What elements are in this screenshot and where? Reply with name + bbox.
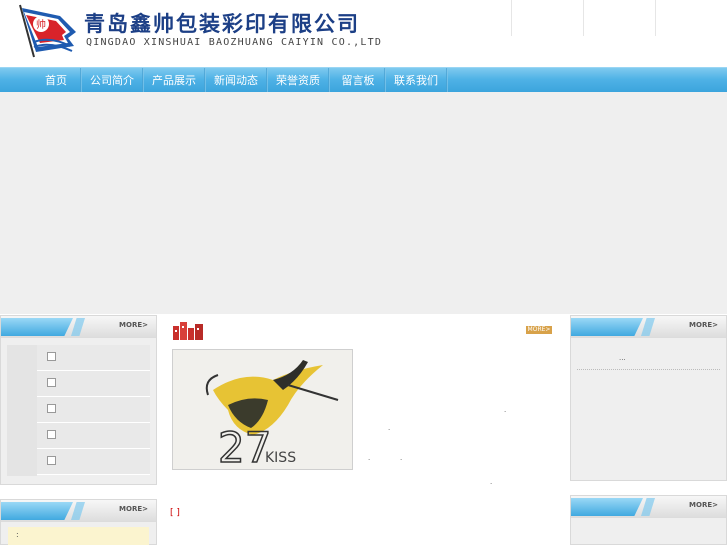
nav-item-news[interactable]: 新闻动态 (208, 68, 264, 93)
checkbox-icon (47, 352, 56, 361)
box-header-tab (1, 502, 73, 520)
header-divider (583, 0, 584, 36)
list-item[interactable] (37, 345, 150, 371)
contact-strip: : (8, 527, 149, 545)
nav-item-contact[interactable]: 联系我们 (388, 68, 444, 93)
box-header-accent (71, 318, 85, 336)
logo-char: 帅 (36, 18, 46, 31)
checkbox-icon (47, 378, 56, 387)
company-name-en: QINGDAO XINSHUAI BAOZHUANG CAIYIN CO.,LT… (86, 37, 383, 48)
contact-text: : (16, 530, 19, 539)
buildings-icon (173, 322, 203, 340)
list-item[interactable] (37, 449, 150, 475)
more-link[interactable]: MORE> (689, 501, 718, 509)
news-ellipsis: ... (619, 354, 626, 362)
box-header: MORE> (1, 316, 156, 338)
nav-divider (328, 68, 330, 93)
text-fragment: . (368, 454, 371, 462)
photo-word: KISS (265, 450, 296, 466)
text-fragment: . (504, 406, 507, 414)
more-link[interactable]: MORE> (689, 321, 718, 329)
photo-number: 27 (218, 423, 271, 470)
about-section: MORE> 27 KISS . . . . . [ ] (162, 316, 568, 545)
nav-divider (446, 68, 448, 93)
list-side-panel (7, 345, 37, 476)
text-fragment: . (490, 478, 493, 486)
more-link[interactable]: MORE> (119, 505, 148, 513)
box-header-accent (641, 318, 655, 336)
header-divider (511, 0, 512, 36)
text-fragment: . (388, 424, 391, 432)
box-header-tab (1, 318, 73, 336)
text-fragment: . (400, 454, 403, 462)
logo-flag-icon[interactable]: 帅 (14, 2, 80, 58)
more-link[interactable]: MORE> (119, 321, 148, 329)
nav-divider (384, 68, 386, 93)
banner-area (0, 92, 727, 314)
nav-divider (204, 68, 206, 93)
box-header: MORE> (571, 496, 726, 518)
nav-divider (80, 68, 82, 93)
right-news-box: MORE> ... (570, 315, 727, 481)
box-header: MORE> (571, 316, 726, 338)
nav-item-guestbook[interactable]: 留言板 (332, 68, 384, 93)
hummingbird-print-image: 27 KISS (173, 350, 352, 470)
left-list-box: MORE> (0, 315, 157, 485)
list-item[interactable] (37, 423, 150, 449)
more-button[interactable]: MORE> (526, 326, 552, 334)
site-header: 帅 青岛鑫帅包装彩印有限公司 QINGDAO XINSHUAI BAOZHUAN… (0, 0, 727, 67)
right-box-2: MORE> (570, 495, 727, 545)
nav-item-home[interactable]: 首页 (36, 68, 76, 93)
detail-link[interactable]: [ ] (170, 508, 180, 518)
box-header: MORE> (1, 500, 156, 522)
checkbox-icon (47, 456, 56, 465)
news-divider (577, 369, 720, 370)
box-header-accent (71, 502, 85, 520)
box-header-tab (571, 498, 643, 516)
box-header-tab (571, 318, 643, 336)
nav-item-about[interactable]: 公司简介 (84, 68, 140, 93)
product-photo[interactable]: 27 KISS (172, 349, 353, 470)
nav-item-honors[interactable]: 荣誉资质 (270, 68, 326, 93)
nav-divider (142, 68, 144, 93)
header-divider (655, 0, 656, 36)
main-nav: 首页 公司简介 产品展示 新闻动态 荣誉资质 留言板 联系我们 (0, 67, 727, 93)
list-item[interactable] (37, 397, 150, 423)
box-header-accent (641, 498, 655, 516)
checkbox-icon (47, 404, 56, 413)
company-name-cn: 青岛鑫帅包装彩印有限公司 (84, 12, 360, 36)
list-item[interactable] (37, 371, 150, 397)
nav-item-products[interactable]: 产品展示 (146, 68, 202, 93)
nav-divider (266, 68, 268, 93)
checkbox-icon (47, 430, 56, 439)
